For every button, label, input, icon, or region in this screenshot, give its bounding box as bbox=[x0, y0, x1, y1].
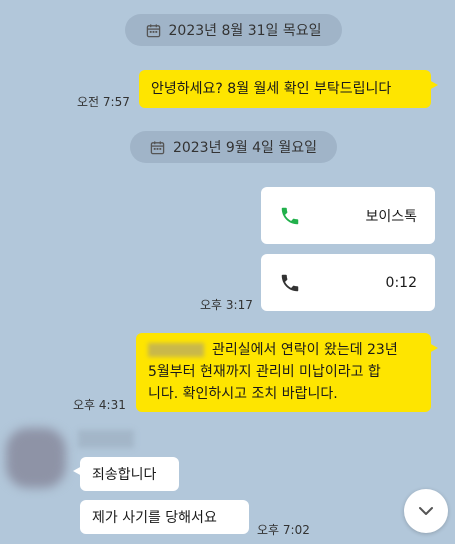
phone-icon bbox=[281, 207, 299, 224]
voice-call-card[interactable]: 보이스톡 bbox=[261, 187, 435, 244]
my-message-bubble[interactable]: 안녕하세요? 8월 월세 확인 부탁드립니다 bbox=[139, 70, 438, 108]
other-message-bubble[interactable]: 죄송합니다 bbox=[73, 457, 179, 491]
message-text: 제가 사기를 당해서요 bbox=[92, 510, 217, 526]
call-duration: 0:12 bbox=[385, 274, 417, 291]
message-line: 5월부터 현재까지 관리비 미납이라고 합 bbox=[148, 364, 381, 380]
avatar[interactable] bbox=[6, 428, 66, 488]
message-line: 관리실에서 연락이 왔는데 23년 bbox=[148, 339, 419, 361]
voice-call-card[interactable]: 0:12 bbox=[261, 254, 435, 311]
sender-name bbox=[78, 430, 134, 448]
message-text: 관리실에서 연락이 왔는데 23년 bbox=[212, 342, 398, 358]
redacted-text bbox=[148, 343, 204, 357]
message-text: 안녕하세요? 8월 월세 확인 부탁드립니다 bbox=[151, 81, 392, 97]
date-label: 2023년 9월 4일 월요일 bbox=[172, 140, 318, 156]
call-label: 보이스톡 bbox=[365, 208, 417, 225]
chevron-down-icon bbox=[419, 507, 433, 515]
message-time: 오후 7:02 bbox=[257, 523, 310, 537]
message-text: 죄송합니다 bbox=[92, 467, 157, 483]
message-time: 오전 7:57 bbox=[77, 95, 130, 109]
other-message-bubble[interactable]: 제가 사기를 당해서요 bbox=[80, 500, 249, 534]
calendar-icon bbox=[146, 23, 160, 37]
calendar-icon bbox=[150, 140, 165, 154]
message-time: 오후 4:31 bbox=[73, 398, 126, 412]
date-label: 2023년 8월 31일 목요일 bbox=[168, 23, 322, 39]
phone-icon bbox=[281, 274, 299, 291]
message-line: 니다. 확인하시고 조치 바랍니다. bbox=[148, 386, 338, 402]
date-divider: 2023년 9월 4일 월요일 bbox=[130, 131, 337, 163]
my-message-bubble[interactable]: 관리실에서 연락이 왔는데 23년 5월부터 현재까지 관리비 미납이라고 합 … bbox=[136, 333, 438, 412]
message-time: 오후 3:17 bbox=[200, 298, 253, 312]
scroll-down-button[interactable] bbox=[404, 489, 448, 533]
date-divider: 2023년 8월 31일 목요일 bbox=[125, 14, 342, 46]
